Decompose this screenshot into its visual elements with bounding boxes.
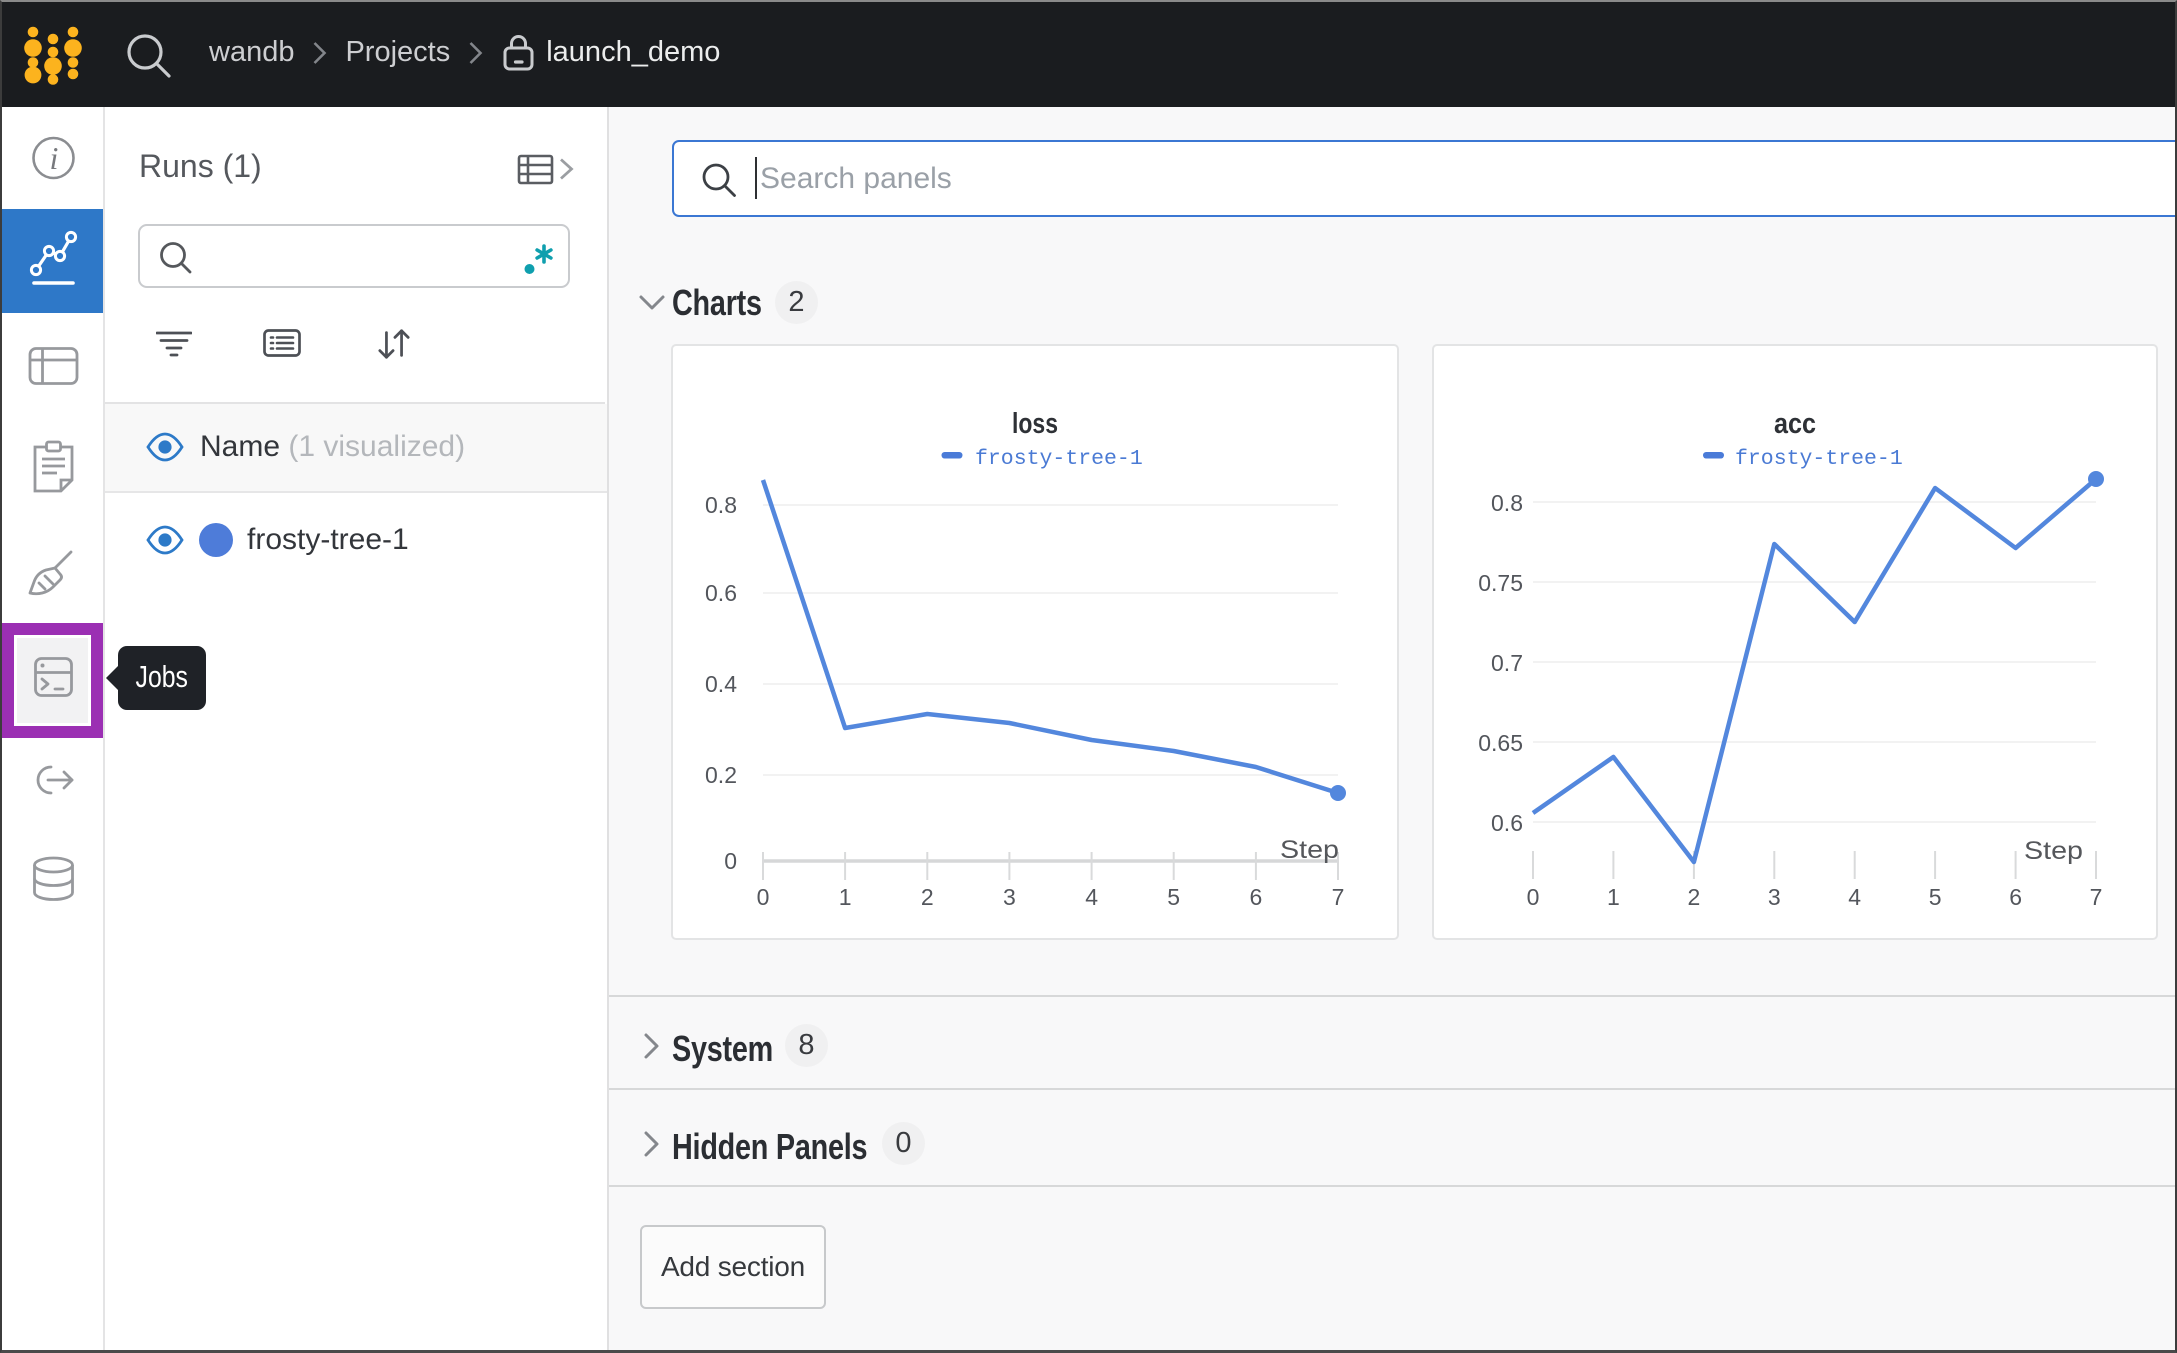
svg-text:2: 2 [921,884,934,910]
svg-text:loss: loss [1012,408,1058,440]
svg-text:5: 5 [1929,884,1942,910]
svg-text:0.65: 0.65 [1478,730,1523,756]
svg-text:4: 4 [1085,884,1098,910]
svg-text:i: i [50,140,59,176]
svg-text:1: 1 [1607,884,1620,910]
svg-text:2: 2 [1688,884,1701,910]
svg-text:0.6: 0.6 [705,580,737,606]
svg-text:7: 7 [2090,884,2103,910]
svg-text:0.8: 0.8 [705,492,737,518]
svg-text:0.6: 0.6 [1491,810,1523,836]
svg-text:Step: Step [1280,836,1339,864]
svg-text:Step: Step [2024,837,2083,865]
svg-text:0: 0 [1527,884,1540,910]
svg-text:frosty-tree-1: frosty-tree-1 [975,447,1143,471]
svg-text:frosty-tree-1: frosty-tree-1 [1735,447,1903,471]
svg-text:1: 1 [839,884,852,910]
svg-text:3: 3 [1003,884,1016,910]
svg-text:6: 6 [1250,884,1263,910]
svg-text:0.2: 0.2 [705,762,737,788]
svg-text:0: 0 [757,884,770,910]
svg-text:0.75: 0.75 [1478,570,1523,596]
svg-text:0.8: 0.8 [1491,490,1523,516]
svg-text:3: 3 [1768,884,1781,910]
svg-text:4: 4 [1848,884,1861,910]
svg-text:acc: acc [1774,408,1816,440]
svg-text:5: 5 [1167,884,1180,910]
svg-text:0.4: 0.4 [705,671,737,697]
svg-text:0.7: 0.7 [1491,650,1523,676]
svg-text:6: 6 [2009,884,2022,910]
svg-text:7: 7 [1332,884,1345,910]
svg-text:0: 0 [724,848,737,874]
